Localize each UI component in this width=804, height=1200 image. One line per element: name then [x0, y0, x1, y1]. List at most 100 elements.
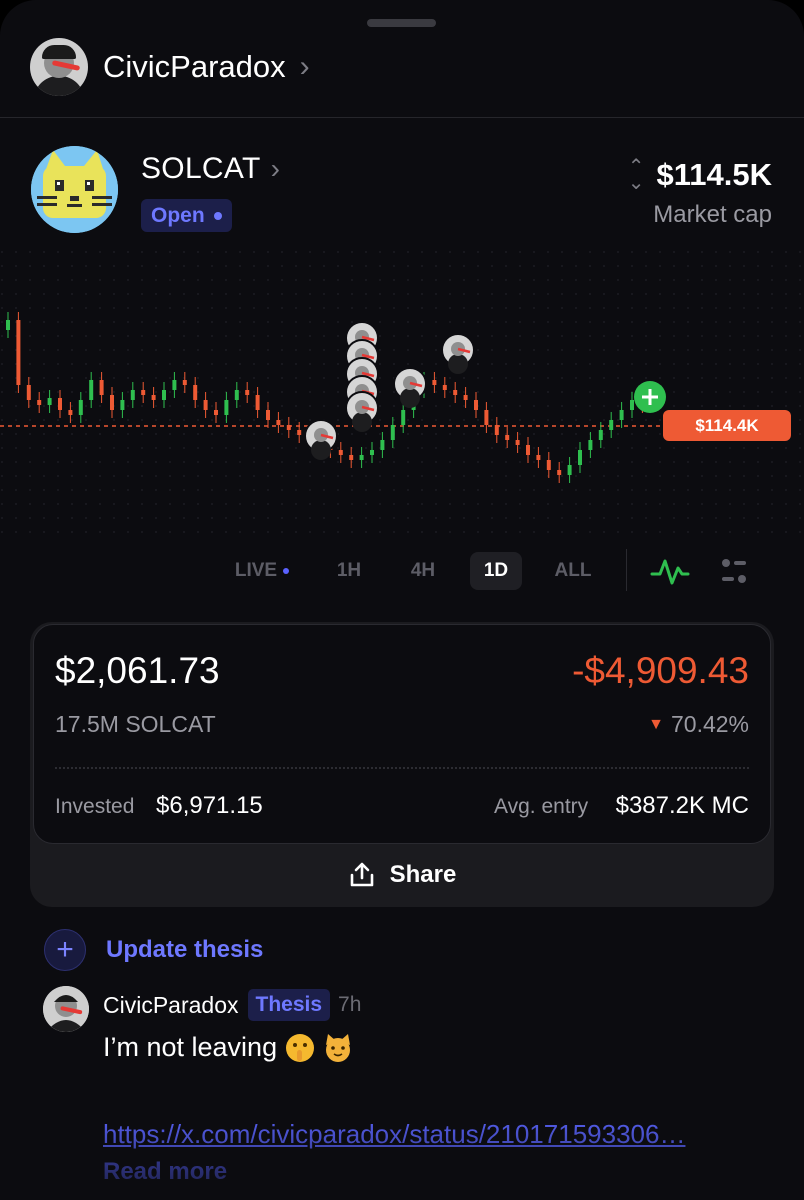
status-badge: Open	[141, 199, 232, 232]
buy-plus-marker	[634, 381, 666, 413]
position-value: $2,061.73	[55, 650, 220, 691]
invested-label: Invested	[55, 795, 135, 818]
candle	[78, 400, 83, 415]
status-dot	[213, 211, 222, 220]
share-icon	[350, 862, 373, 887]
chart-settings-button[interactable]	[714, 552, 754, 590]
pixel-cat-icon[interactable]	[31, 146, 118, 233]
current-price-tag: $114.4K	[663, 410, 791, 441]
candle	[234, 390, 239, 400]
market-cap-label: Market cap	[653, 201, 772, 228]
sheet-grabber[interactable]	[367, 19, 436, 27]
candle	[463, 395, 468, 400]
position-quantity: 17.5M SOLCAT	[55, 711, 216, 737]
candle	[546, 460, 551, 470]
candle	[172, 380, 177, 390]
share-button[interactable]: Share	[30, 846, 774, 904]
candle	[193, 385, 198, 400]
candle	[505, 435, 510, 440]
candle	[130, 390, 135, 400]
update-thesis-button[interactable]: + Update thesis	[44, 929, 263, 971]
share-label: Share	[389, 861, 457, 888]
shushing-face-icon	[285, 1033, 315, 1063]
candle	[380, 440, 385, 450]
pnl-percent: ▼ 70.42%	[648, 711, 749, 738]
candle	[598, 430, 603, 440]
candle	[120, 400, 125, 410]
candle	[6, 320, 10, 330]
chevron-right-icon: ›	[270, 153, 280, 184]
thesis-badge: Thesis	[247, 989, 331, 1021]
candle	[182, 380, 187, 385]
post-time: 7h	[338, 993, 362, 1016]
candle	[224, 400, 229, 415]
candle	[432, 380, 437, 385]
post-header: CivicParadox Thesis 7h	[103, 989, 361, 1021]
laser-eyes-avatar-icon	[30, 38, 88, 96]
candle	[453, 390, 458, 395]
market-cap[interactable]: ⌃ ⌄ $114.5K Market cap	[628, 157, 772, 229]
status-label: Open	[151, 203, 205, 227]
pnl-percent-value: 70.42%	[670, 711, 749, 737]
range-selector: LIVE 1H 4H 1D ALL	[0, 552, 804, 590]
price-chart[interactable]	[0, 250, 804, 540]
line-chart-toggle[interactable]	[647, 552, 693, 590]
post-body: I’m not leaving	[103, 1032, 353, 1063]
header-divider	[0, 117, 804, 118]
candle	[338, 450, 343, 455]
post-text: I’m not leaving	[103, 1032, 278, 1062]
range-divider	[626, 549, 627, 591]
candle	[526, 445, 530, 455]
candle	[203, 400, 208, 410]
card-divider	[55, 767, 749, 769]
candle	[141, 390, 146, 395]
market-cap-value: $114.5K	[656, 157, 773, 192]
candle	[401, 410, 406, 425]
range-live-button[interactable]: LIVE	[226, 552, 298, 590]
avg-entry-value: $387.2K MC	[615, 792, 749, 819]
candle	[47, 398, 52, 405]
candle	[370, 450, 374, 455]
candle	[609, 420, 614, 430]
candle	[619, 410, 624, 420]
range-4h-button[interactable]: 4H	[400, 552, 446, 590]
candle	[536, 455, 541, 460]
post-link[interactable]: https://x.com/civicparadox/status/210171…	[103, 1119, 748, 1150]
candle	[484, 410, 489, 425]
candle	[89, 380, 94, 400]
sliders-icon	[722, 559, 746, 583]
range-all-button[interactable]: ALL	[548, 552, 598, 590]
candle	[557, 470, 562, 475]
candle	[630, 400, 634, 410]
post-author[interactable]: CivicParadox	[103, 992, 239, 1019]
laser-eyes-avatar-icon[interactable]	[43, 986, 89, 1032]
update-thesis-label: Update thesis	[106, 936, 264, 963]
read-more-link[interactable]: Read more	[103, 1158, 227, 1186]
candle	[390, 425, 395, 440]
candle	[16, 320, 21, 385]
candle	[151, 395, 156, 400]
candle	[214, 410, 218, 415]
range-1h-button[interactable]: 1H	[327, 552, 371, 590]
invested-value: $6,971.15	[156, 792, 263, 819]
candle	[474, 400, 478, 410]
profile-name: CivicParadox	[103, 49, 286, 84]
candle	[578, 450, 582, 465]
candle	[494, 425, 499, 435]
profile-header[interactable]: CivicParadox ›	[30, 38, 310, 96]
candle	[99, 380, 104, 395]
candle	[276, 420, 281, 425]
candle	[58, 398, 62, 410]
range-1d-button[interactable]: 1D	[470, 552, 522, 590]
candle	[442, 385, 447, 390]
token-title[interactable]: SOLCAT ›	[141, 152, 280, 186]
candle	[297, 430, 302, 435]
candle	[255, 395, 260, 410]
candle	[68, 410, 73, 415]
candle	[349, 455, 354, 460]
live-dot	[283, 568, 290, 574]
candle	[26, 385, 31, 400]
plus-icon: +	[44, 929, 86, 971]
position-sheet: CivicParadox › SOLCAT › Open ⌃ ⌄ $114.5K…	[0, 0, 804, 1200]
avg-entry-label: Avg. entry	[494, 795, 589, 818]
